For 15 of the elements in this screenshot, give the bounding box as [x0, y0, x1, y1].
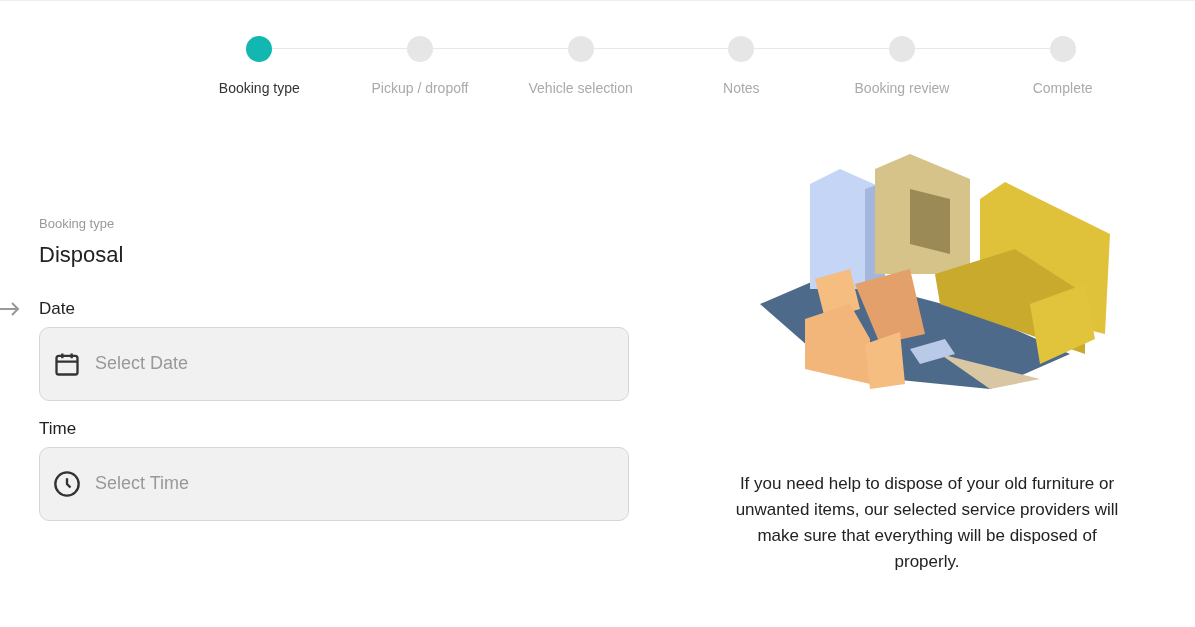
step-label[interactable]: Pickup / dropoff [371, 78, 469, 99]
step-label[interactable]: Complete [1032, 78, 1093, 99]
booking-type-value: Disposal [39, 240, 125, 269]
booking-type-label: Booking type [39, 215, 116, 233]
input-field[interactable]: Select Date [39, 326, 629, 401]
field-label: Time [39, 417, 77, 440]
input-field[interactable]: Select Time [39, 446, 629, 521]
step-label[interactable]: Booking review [854, 78, 950, 99]
step-label[interactable]: Booking type [218, 78, 300, 99]
description: If you need help to dispose of your old furniture or unwanted items, our selected service providers will make sure that everything will be disposed of properly. [734, 473, 1120, 573]
clock-icon [53, 469, 81, 498]
step-label[interactable]: Notes [723, 78, 760, 99]
arrow-icon [0, 301, 20, 316]
field-label: Date [39, 297, 75, 320]
step-label[interactable]: Vehicle selection [528, 78, 633, 99]
